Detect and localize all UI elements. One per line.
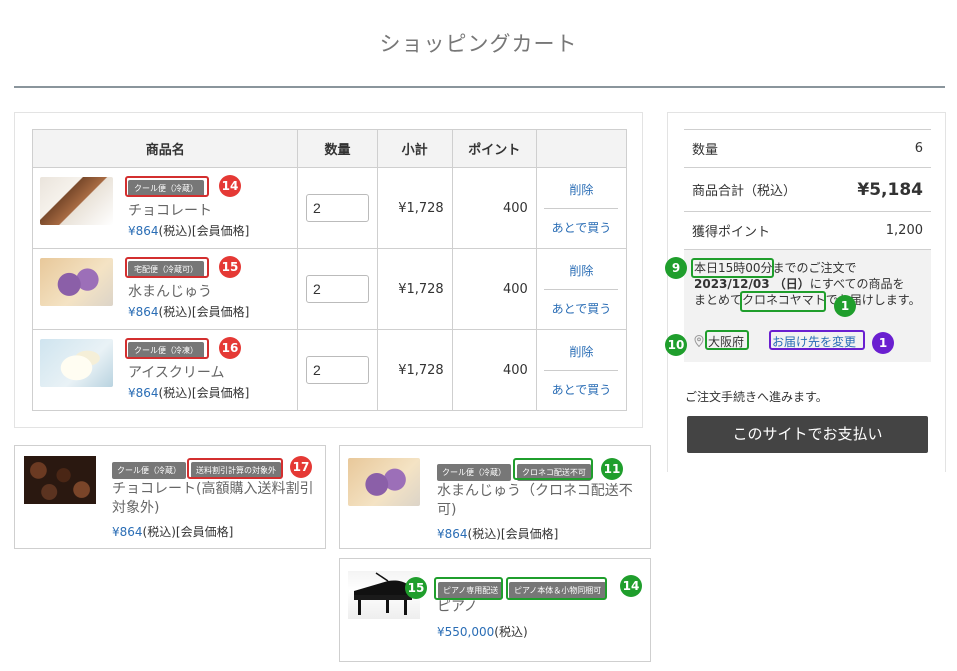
divider bbox=[544, 369, 619, 371]
annotation-marker: 9 bbox=[665, 257, 687, 279]
annotation-box bbox=[506, 577, 607, 600]
proceed-text: ご注文手続きへ進みます。 bbox=[685, 390, 828, 404]
header-actions bbox=[535, 129, 628, 168]
order-summary: 数量 6 商品合計（税込） ¥5,184 獲得ポイント 1,200 本日15時0… bbox=[665, 112, 946, 472]
annotation-marker: 10 bbox=[665, 334, 687, 356]
points-value: 400 bbox=[451, 167, 537, 249]
annotation-marker: 14 bbox=[219, 175, 241, 197]
annotation-box bbox=[740, 291, 826, 312]
annotation-marker: 1 bbox=[872, 332, 894, 354]
buy-later-link[interactable]: あとで買う bbox=[537, 294, 626, 323]
actions-cell: 削除 あとで買う bbox=[535, 329, 628, 411]
annotation-marker: 11 bbox=[601, 458, 623, 480]
annotation-box bbox=[125, 257, 209, 278]
actions-cell: 削除 あとで買う bbox=[535, 167, 628, 249]
delete-link[interactable]: 削除 bbox=[537, 175, 626, 204]
annotation-box bbox=[691, 258, 774, 278]
delete-link[interactable]: 削除 bbox=[537, 337, 626, 366]
buy-later-link[interactable]: あとで買う bbox=[537, 375, 626, 404]
delete-link[interactable]: 削除 bbox=[537, 256, 626, 285]
product-image[interactable] bbox=[40, 339, 113, 387]
product-image[interactable] bbox=[40, 177, 113, 225]
annotation-box bbox=[125, 338, 209, 359]
product-price: ¥864(税込)[会員価格] bbox=[128, 305, 250, 319]
product-price: ¥864(税込)[会員価格] bbox=[128, 386, 250, 400]
divider bbox=[544, 288, 619, 290]
table-row: クール便（冷蔵） 14 チョコレート ¥864(税込)[会員価格] ¥1,728… bbox=[31, 167, 628, 249]
product-price: ¥550,000(税込) bbox=[437, 625, 528, 639]
summary-total-value: ¥5,184 bbox=[857, 179, 923, 200]
header-qty: 数量 bbox=[297, 129, 378, 168]
product-name[interactable]: ピアノ bbox=[437, 598, 478, 617]
quantity-input[interactable] bbox=[306, 275, 369, 303]
annotation-marker: 15 bbox=[405, 577, 427, 599]
table-row: クール便（冷凍） 16 アイスクリーム ¥864(税込)[会員価格] ¥1,72… bbox=[31, 329, 628, 411]
annotation-box bbox=[125, 176, 209, 197]
product-image[interactable] bbox=[24, 456, 96, 504]
points-value: 400 bbox=[451, 248, 537, 330]
product-price: ¥864(税込)[会員価格] bbox=[128, 224, 250, 238]
header-subtotal: 小計 bbox=[376, 129, 453, 168]
summary-total-label: 商品合計（税込） bbox=[692, 184, 797, 199]
quantity-input[interactable] bbox=[306, 356, 369, 384]
summary-points-label: 獲得ポイント bbox=[692, 225, 771, 240]
points-value: 400 bbox=[451, 329, 537, 411]
summary-qty-row: 数量 6 bbox=[684, 130, 931, 168]
product-price: ¥864(税込)[会員価格] bbox=[112, 525, 234, 539]
shipping-badge: クール便（冷蔵） bbox=[112, 462, 186, 479]
pay-button[interactable]: このサイトでお支払い bbox=[687, 416, 928, 453]
page-title: ショッピングカート bbox=[379, 32, 578, 56]
annotation-marker: 14 bbox=[620, 575, 642, 597]
cart-panel: 商品名 数量 小計 ポイント クール便（冷蔵） 14 チョコレート ¥864(税… bbox=[14, 112, 643, 428]
product-image[interactable] bbox=[348, 458, 420, 506]
summary-points-value: 1,200 bbox=[885, 223, 923, 238]
divider bbox=[544, 207, 619, 209]
product-card[interactable]: ピアノ専用配送 ピアノ本体＆小物同梱可 15 14 ピアノ ¥550,000(税… bbox=[339, 558, 651, 662]
product-cell: クール便（冷蔵） 14 チョコレート ¥864(税込)[会員価格] bbox=[31, 167, 299, 249]
summary-qty-label: 数量 bbox=[692, 143, 719, 158]
product-cell: 宅配便（冷蔵可） 15 水まんじゅう ¥864(税込)[会員価格] bbox=[31, 248, 299, 330]
annotation-marker: 17 bbox=[290, 456, 312, 478]
annotation-box bbox=[769, 330, 865, 350]
product-name[interactable]: 水まんじゅう bbox=[128, 281, 212, 301]
location-pin-icon bbox=[694, 335, 704, 347]
product-cell: クール便（冷凍） 16 アイスクリーム ¥864(税込)[会員価格] bbox=[31, 329, 299, 411]
product-name[interactable]: 水まんじゅう（クロネコ配送不可) bbox=[437, 482, 642, 520]
product-price: ¥864(税込)[会員価格] bbox=[437, 527, 559, 541]
summary-qty-value: 6 bbox=[914, 141, 923, 156]
product-card[interactable]: クール便（冷蔵） クロネコ配送不可 11 水まんじゅう（クロネコ配送不可) ¥8… bbox=[339, 445, 651, 549]
annotation-box bbox=[187, 458, 283, 479]
annotation-marker: 16 bbox=[219, 337, 241, 359]
subtotal-value: ¥1,728 bbox=[376, 167, 453, 249]
annotation-box bbox=[513, 458, 593, 480]
delivery-date: 2023/12/03 （日） bbox=[694, 277, 810, 291]
product-name[interactable]: チョコレート bbox=[128, 200, 212, 220]
shipping-badge: クール便（冷蔵） bbox=[437, 464, 511, 481]
annotation-box bbox=[434, 577, 503, 600]
header-points: ポイント bbox=[451, 129, 537, 168]
subtotal-value: ¥1,728 bbox=[376, 248, 453, 330]
quantity-input[interactable] bbox=[306, 194, 369, 222]
table-row: 宅配便（冷蔵可） 15 水まんじゅう ¥864(税込)[会員価格] ¥1,728… bbox=[31, 248, 628, 330]
title-divider bbox=[14, 86, 945, 88]
annotation-marker: 1 bbox=[834, 295, 856, 317]
actions-cell: 削除 あとで買う bbox=[535, 248, 628, 330]
buy-later-link[interactable]: あとで買う bbox=[537, 213, 626, 242]
product-card[interactable]: クール便（冷蔵） 送料割引計算の対象外 17 チョコレート(高額購入送料割引対象… bbox=[14, 445, 326, 549]
header-product: 商品名 bbox=[31, 129, 299, 168]
cart-table: 商品名 数量 小計 ポイント クール便（冷蔵） 14 チョコレート ¥864(税… bbox=[31, 129, 628, 411]
product-name[interactable]: アイスクリーム bbox=[128, 362, 224, 382]
delivery-info: 本日15時00分までのご注文で 2023/12/03 （日）にすべての商品を ま… bbox=[665, 250, 931, 362]
subtotal-value: ¥1,728 bbox=[376, 329, 453, 411]
annotation-box bbox=[705, 330, 749, 350]
summary-total-row: 商品合計（税込） ¥5,184 bbox=[684, 168, 931, 212]
product-image[interactable] bbox=[40, 258, 113, 306]
summary-points-row: 獲得ポイント 1,200 bbox=[684, 212, 931, 250]
annotation-marker: 15 bbox=[219, 256, 241, 278]
product-name[interactable]: チョコレート(高額購入送料割引対象外) bbox=[112, 480, 322, 518]
